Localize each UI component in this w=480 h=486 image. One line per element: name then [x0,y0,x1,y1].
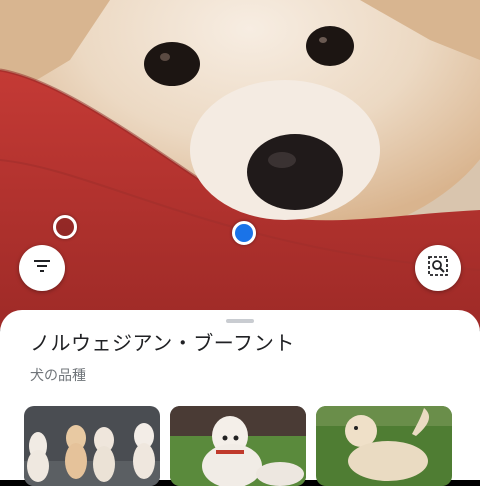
result-title[interactable]: ノルウェジアン・ブーフント [30,327,295,356]
filter-icon [32,256,52,280]
thumbnail-strip [24,406,464,486]
result-thumbnail[interactable] [316,406,452,486]
region-select-dot-active[interactable] [232,221,256,245]
result-subtitle: 犬の品種 [30,368,86,384]
result-thumbnail[interactable] [170,406,306,486]
region-select-dot[interactable] [53,215,77,239]
filter-button[interactable] [19,245,65,291]
lens-select-button[interactable] [415,245,461,291]
sheet-drag-handle[interactable] [226,319,254,323]
results-sheet[interactable]: ノルウェジアン・ブーフント 犬の品種 [0,310,480,486]
lens-select-icon [427,255,449,281]
search-image [0,0,480,330]
result-thumbnail[interactable] [24,406,160,486]
